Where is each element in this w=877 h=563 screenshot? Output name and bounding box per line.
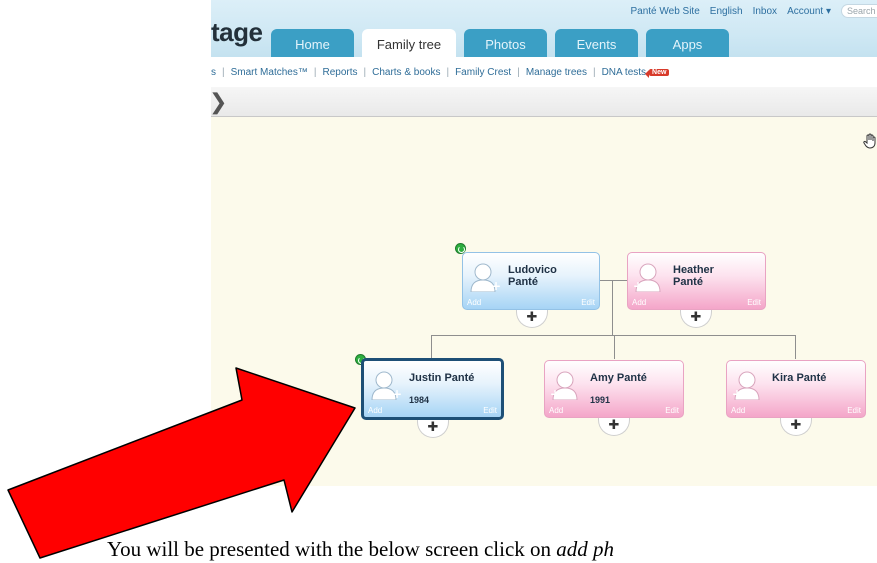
subnav-separator: | <box>592 66 596 78</box>
child-line-kira <box>795 335 796 359</box>
add-link[interactable]: Add <box>549 406 563 415</box>
add-photo-plus-icon[interactable]: + <box>633 279 643 293</box>
person-name: Heather Panté <box>673 264 714 288</box>
edit-link[interactable]: Edit <box>581 298 595 307</box>
subnav-item-reports[interactable]: Reports <box>322 67 357 78</box>
person-name: Justin Panté <box>409 372 475 384</box>
edit-link[interactable]: Edit <box>483 406 497 415</box>
add-photo-plus-icon[interactable]: + <box>491 279 501 293</box>
children-horizontal-line <box>431 335 795 336</box>
couple-connector-line <box>599 280 627 281</box>
subnav-separator: | <box>517 66 520 78</box>
instruction-caption: You will be presented with the below scr… <box>107 537 615 561</box>
add-link[interactable]: Add <box>731 406 745 415</box>
subnav-item-family-crest[interactable]: Family Crest <box>455 67 511 78</box>
descent-line <box>612 280 613 335</box>
tab-apps[interactable]: Apps <box>646 29 729 57</box>
subnav-item-dna-tests[interactable]: DNA tests <box>602 67 646 78</box>
person-card-kira[interactable]: + Kira Panté Add Edit <box>726 360 866 418</box>
tab-family-tree[interactable]: Family tree <box>362 29 456 57</box>
add-relative-button[interactable]: ✚ <box>598 418 630 436</box>
subnav-item-smart-matches[interactable]: Smart Matches™ <box>231 67 308 78</box>
site-logo[interactable]: tage <box>211 17 263 48</box>
add-relative-button[interactable]: ✚ <box>417 420 449 438</box>
person-card-heather[interactable]: + Heather Panté Add Edit <box>627 252 766 310</box>
person-card-amy[interactable]: + Amy Panté 1991 Add Edit <box>544 360 684 418</box>
hand-pan-icon <box>863 133 877 153</box>
person-name: Ludovico Panté <box>508 264 557 288</box>
tab-home[interactable]: Home <box>271 29 354 57</box>
subnav-separator: | <box>222 66 225 78</box>
tab-events[interactable]: Events <box>555 29 638 57</box>
new-badge: New <box>644 68 670 78</box>
add-photo-plus-icon[interactable]: + <box>550 387 560 401</box>
top-link-inbox[interactable]: Inbox <box>753 6 777 17</box>
top-link-language[interactable]: English <box>710 6 743 17</box>
person-card-ludovico[interactable]: + Ludovico Panté Add Edit <box>462 252 600 310</box>
subnav-item-truncated[interactable]: s <box>211 67 216 78</box>
person-name: Kira Panté <box>772 372 827 384</box>
main-tabs: Home Family tree Photos Events Apps <box>271 29 729 57</box>
subnav-item-manage-trees[interactable]: Manage trees <box>526 67 587 78</box>
add-link[interactable]: Add <box>467 298 481 307</box>
add-relative-button[interactable]: ✚ <box>516 310 548 328</box>
edit-link[interactable]: Edit <box>747 298 761 307</box>
chevron-right-icon[interactable]: ❯ <box>211 89 227 115</box>
birth-year: 1984 <box>409 395 430 405</box>
breadcrumb-bar: ❯ <box>211 87 877 117</box>
add-photo-plus-icon[interactable]: + <box>732 387 742 401</box>
person-name: Amy Panté <box>590 372 647 384</box>
top-link-website[interactable]: Panté Web Site <box>630 6 699 17</box>
subnav-item-charts-books[interactable]: Charts & books <box>372 67 440 78</box>
add-photo-plus-icon[interactable]: + <box>392 387 402 401</box>
child-line-justin <box>431 335 432 359</box>
add-relative-button[interactable]: ✚ <box>680 310 712 328</box>
top-link-account[interactable]: Account ▾ <box>787 6 831 17</box>
top-links: Panté Web Site English Inbox Account ▾ S… <box>630 4 877 18</box>
birth-year: 1991 <box>590 395 611 405</box>
subnav-separator: | <box>313 66 317 78</box>
site-header: tage Panté Web Site English Inbox Accoun… <box>211 0 877 57</box>
sub-navigation: s | Smart Matches™ | Reports | Charts & … <box>211 57 877 87</box>
tab-photos[interactable]: Photos <box>464 29 547 57</box>
red-arrow-annotation <box>7 367 356 559</box>
search-input[interactable]: Search <box>841 4 877 18</box>
subnav-separator: | <box>363 66 367 78</box>
subnav-separator: | <box>446 66 450 78</box>
child-line-amy <box>614 335 615 359</box>
add-link[interactable]: Add <box>632 298 646 307</box>
edit-link[interactable]: Edit <box>665 406 679 415</box>
person-card-justin[interactable]: + Justin Panté 1984 Add Edit <box>361 358 504 420</box>
edit-link[interactable]: Edit <box>847 406 861 415</box>
add-relative-button[interactable]: ✚ <box>780 418 812 436</box>
